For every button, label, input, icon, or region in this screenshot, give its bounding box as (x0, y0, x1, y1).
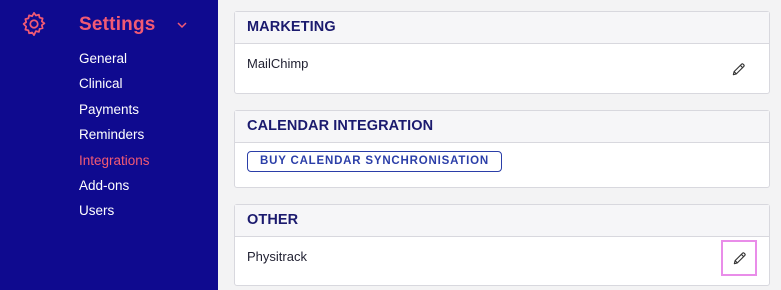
calendar-integration-card: CALENDAR INTEGRATION BUY CALENDAR SYNCHR… (234, 110, 770, 188)
sidebar-item-users[interactable]: Users (79, 200, 150, 225)
physitrack-edit-button[interactable] (721, 240, 757, 276)
sidebar-item-reminders[interactable]: Reminders (79, 124, 150, 149)
marketing-header: MARKETING (235, 12, 769, 44)
pencil-icon (733, 251, 746, 264)
sidebar-item-general[interactable]: General (79, 48, 150, 73)
buy-calendar-sync-button[interactable]: BUY CALENDAR SYNCHRONISATION (247, 151, 502, 172)
other-card: OTHER Physitrack (234, 204, 770, 286)
chevron-down-icon[interactable] (175, 20, 189, 30)
settings-nav: General Clinical Payments Reminders Inte… (79, 48, 150, 226)
sidebar-item-add-ons[interactable]: Add-ons (79, 175, 150, 200)
marketing-card: MARKETING MailChimp (234, 11, 770, 94)
pencil-icon (732, 62, 745, 75)
settings-section-title[interactable]: Settings (79, 14, 156, 36)
mailchimp-label: MailChimp (247, 56, 309, 71)
physitrack-label: Physitrack (247, 249, 307, 264)
sidebar-item-clinical[interactable]: Clinical (79, 73, 150, 98)
mailchimp-edit-button[interactable] (725, 56, 751, 82)
physitrack-row: Physitrack (235, 237, 769, 285)
calendar-integration-row: BUY CALENDAR SYNCHRONISATION (235, 143, 769, 188)
other-header: OTHER (235, 205, 769, 237)
sidebar-item-integrations[interactable]: Integrations (79, 150, 150, 175)
sidebar: Settings General Clinical Payments Remin… (0, 0, 218, 290)
marketing-row: MailChimp (235, 44, 769, 93)
sidebar-item-payments[interactable]: Payments (79, 99, 150, 124)
calendar-integration-header: CALENDAR INTEGRATION (235, 111, 769, 143)
gear-icon[interactable] (20, 10, 48, 38)
